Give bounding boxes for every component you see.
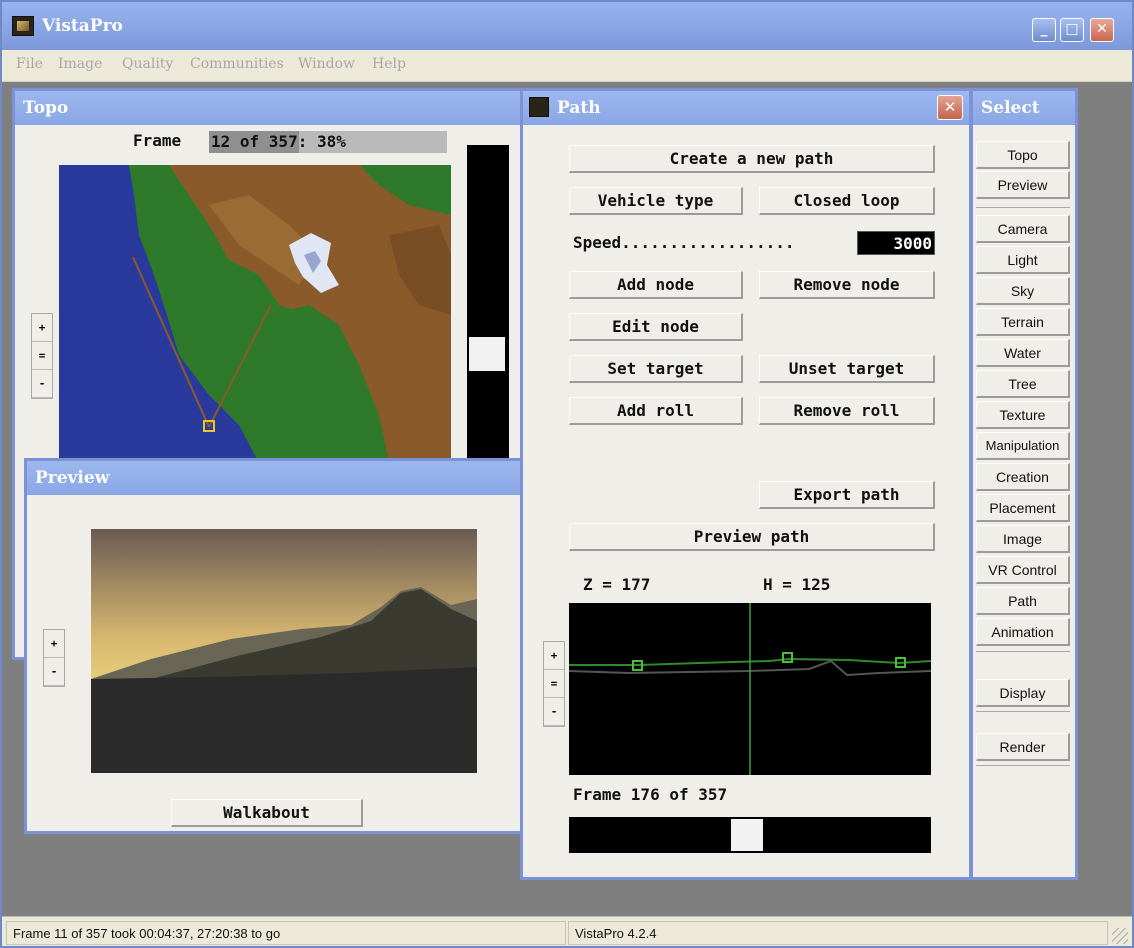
title-bar[interactable]: VistaPro _ □ ✕	[2, 2, 1132, 50]
topo-scrollbar-thumb[interactable]	[469, 337, 505, 371]
topo-zoom-out-button[interactable]: -	[32, 370, 52, 398]
topo-zoom-in-button[interactable]: +	[32, 314, 52, 342]
remove-node-button[interactable]: Remove node	[759, 271, 935, 299]
topo-zoom-strip: + = -	[31, 313, 53, 399]
preview-zoom-strip: + -	[43, 629, 65, 687]
path-close-button[interactable]: ✕	[937, 95, 963, 120]
topo-frame-progress: 12 of 357: 38%	[209, 131, 447, 153]
add-roll-button[interactable]: Add roll	[569, 397, 743, 425]
path-profile-view[interactable]	[569, 603, 931, 775]
select-animation-button[interactable]: Animation	[976, 618, 1070, 646]
edit-node-button[interactable]: Edit node	[569, 313, 743, 341]
vehicle-type-button[interactable]: Vehicle type	[569, 187, 743, 215]
select-divider	[976, 207, 1070, 208]
profile-zoom-reset-button[interactable]: =	[544, 670, 564, 698]
frame-slider-thumb[interactable]	[731, 819, 763, 851]
create-path-button[interactable]: Create a new path	[569, 145, 935, 173]
set-target-button[interactable]: Set target	[569, 355, 743, 383]
minimize-button[interactable]: _	[1032, 18, 1056, 42]
resize-grip-icon[interactable]	[1112, 928, 1128, 944]
select-render-button[interactable]: Render	[976, 733, 1070, 761]
menu-quality[interactable]: Quality	[122, 56, 173, 72]
status-version: VistaPro 4.2.4	[568, 921, 1108, 945]
path-title-bar[interactable]: Path ✕	[523, 91, 969, 125]
select-water-button[interactable]: Water	[976, 339, 1070, 367]
preview-zoom-in-button[interactable]: +	[44, 630, 64, 658]
menu-file[interactable]: File	[16, 56, 43, 72]
select-terrain-button[interactable]: Terrain	[976, 308, 1070, 336]
select-light-button[interactable]: Light	[976, 246, 1070, 274]
select-divider	[976, 765, 1070, 766]
preview-path-button[interactable]: Preview path	[569, 523, 935, 551]
topo-map[interactable]	[59, 165, 451, 463]
path-window: Path ✕ Create a new path Vehicle type Cl…	[520, 88, 972, 880]
menu-communities[interactable]: Communities	[190, 56, 284, 72]
menu-bar: File Image Quality Communities Window He…	[2, 50, 1132, 82]
select-divider	[976, 651, 1070, 652]
select-creation-button[interactable]: Creation	[976, 463, 1070, 491]
preview-window: Preview + - Walkabout	[24, 458, 536, 834]
menu-image[interactable]: Image	[58, 56, 102, 72]
closed-loop-button[interactable]: Closed loop	[759, 187, 935, 215]
select-display-button[interactable]: Display	[976, 679, 1070, 707]
select-preview-button[interactable]: Preview	[976, 171, 1070, 199]
speed-input[interactable]	[857, 231, 935, 255]
select-topo-button[interactable]: Topo	[976, 141, 1070, 169]
select-placement-button[interactable]: Placement	[976, 494, 1070, 522]
select-texture-button[interactable]: Texture	[976, 401, 1070, 429]
app-title: VistaPro	[42, 16, 123, 36]
remove-roll-button[interactable]: Remove roll	[759, 397, 935, 425]
select-sky-button[interactable]: Sky	[976, 277, 1070, 305]
close-button[interactable]: ✕	[1090, 18, 1114, 42]
profile-zoom-in-button[interactable]: +	[544, 642, 564, 670]
maximize-button[interactable]: □	[1060, 18, 1084, 42]
frame-slider[interactable]	[569, 817, 931, 853]
topo-scrollbar[interactable]	[467, 145, 509, 463]
topo-title-bar[interactable]: Topo	[15, 91, 521, 125]
select-vr-control-button[interactable]: VR Control	[976, 556, 1070, 584]
maximize-icon: □	[1065, 21, 1079, 37]
status-bar: Frame 11 of 357 took 00:04:37, 27:20:38 …	[2, 916, 1132, 946]
preview-title: Preview	[35, 468, 110, 488]
path-window-icon	[529, 97, 549, 117]
preview-render	[91, 529, 477, 773]
preview-title-bar[interactable]: Preview	[27, 461, 533, 495]
select-window: Select Topo Preview Camera Light Sky Ter…	[970, 88, 1078, 880]
speed-label: Speed..................	[573, 233, 795, 252]
select-manipulation-button[interactable]: Manipulation	[976, 432, 1070, 460]
select-title-bar[interactable]: Select	[973, 91, 1075, 125]
unset-target-button[interactable]: Unset target	[759, 355, 935, 383]
close-icon: ✕	[1096, 21, 1108, 37]
menu-window[interactable]: Window	[298, 56, 355, 72]
app-window: VistaPro _ □ ✕ File Image Quality Commun…	[0, 0, 1134, 948]
profile-zoom-strip: + = -	[543, 641, 565, 727]
select-image-button[interactable]: Image	[976, 525, 1070, 553]
status-frame-time: Frame 11 of 357 took 00:04:37, 27:20:38 …	[6, 921, 566, 945]
app-logo-icon	[12, 16, 34, 36]
close-icon: ✕	[943, 98, 957, 116]
topo-title: Topo	[23, 98, 69, 118]
select-path-button[interactable]: Path	[976, 587, 1070, 615]
z-readout: Z = 177	[583, 575, 651, 594]
path-title: Path	[557, 98, 601, 118]
walkabout-button[interactable]: Walkabout	[171, 799, 363, 827]
select-title: Select	[981, 98, 1040, 118]
minimize-icon: _	[1040, 21, 1048, 37]
export-path-button[interactable]: Export path	[759, 481, 935, 509]
topo-frame-progress-text: 12 of 357: 38%	[211, 132, 346, 151]
frame-readout: Frame 176 of 357	[573, 785, 728, 804]
profile-zoom-out-button[interactable]: -	[544, 698, 564, 726]
select-camera-button[interactable]: Camera	[976, 215, 1070, 243]
h-readout: H = 125	[763, 575, 831, 594]
menu-help[interactable]: Help	[372, 56, 406, 72]
add-node-button[interactable]: Add node	[569, 271, 743, 299]
select-divider	[976, 711, 1070, 712]
topo-frame-label: Frame	[133, 131, 182, 150]
preview-zoom-out-button[interactable]: -	[44, 658, 64, 686]
select-tree-button[interactable]: Tree	[976, 370, 1070, 398]
topo-zoom-reset-button[interactable]: =	[32, 342, 52, 370]
